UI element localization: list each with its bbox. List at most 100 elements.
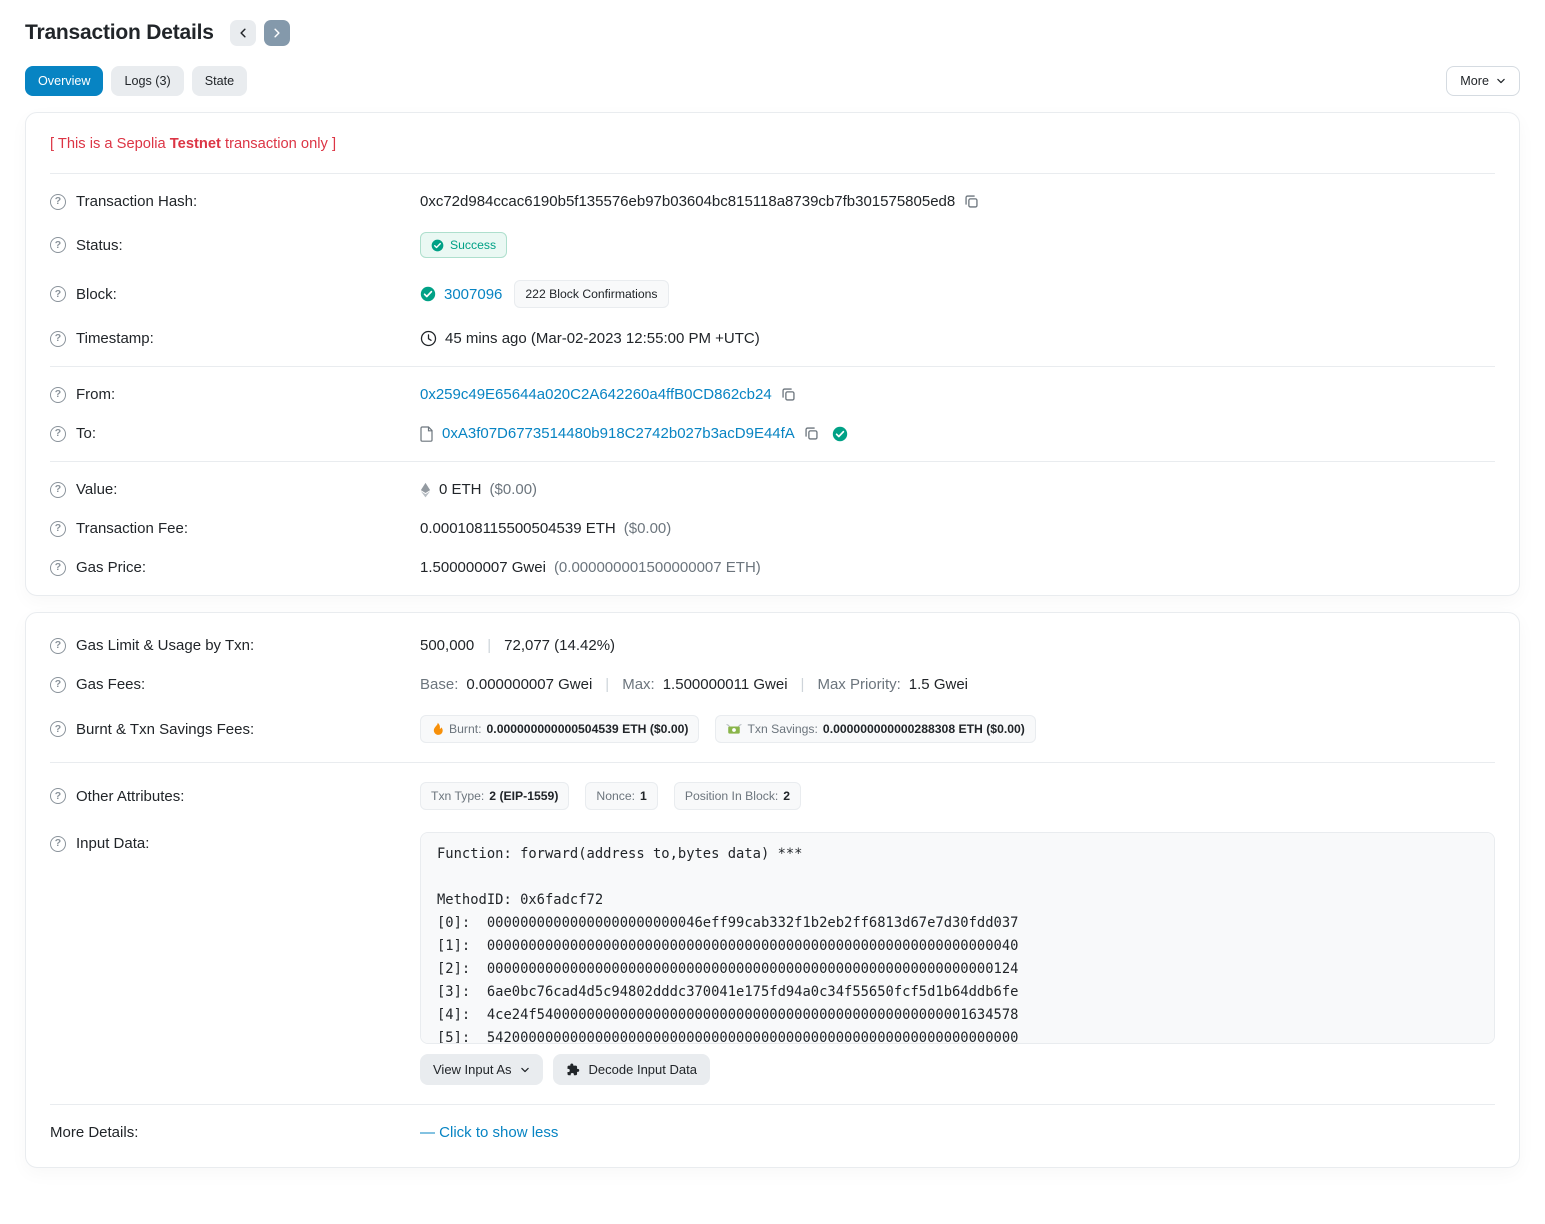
help-icon[interactable] [50,836,66,852]
view-input-as-button[interactable]: View Input As [420,1054,543,1085]
help-icon[interactable] [50,331,66,347]
gas-price-eth: (0.000000001500000007 ETH) [554,559,761,576]
input-data-box[interactable]: Function: forward(address to,bytes data)… [420,832,1495,1044]
details-card: Gas Limit & Usage by Txn: 500,000 72,077… [25,612,1520,1168]
click-to-show-less-link[interactable]: — Click to show less [420,1124,558,1141]
input-data-label: Input Data: [76,835,149,852]
money-wings-icon [726,723,742,736]
help-icon[interactable] [50,426,66,442]
prev-transaction-button[interactable] [230,20,256,46]
help-icon[interactable] [50,521,66,537]
row-label: More Details: [50,1124,420,1141]
help-icon[interactable] [50,788,66,804]
help-icon[interactable] [50,560,66,576]
row-value: Base: 0.000000007 Gwei Max: 1.500000011 … [420,676,1495,693]
separator [605,676,609,693]
burnt-savings-label: Burnt & Txn Savings Fees: [76,721,254,738]
copy-to-button[interactable] [803,425,820,442]
nonce-badge: Nonce: 1 [585,782,657,810]
gas-usage-value: 72,077 (14.42%) [504,637,615,654]
row-value: 0xA3f07D6773514480b918C2742b027b3acD9E44… [420,425,1495,442]
help-icon[interactable] [50,237,66,253]
input-data-actions: View Input As Decode Input Data [420,1054,1495,1085]
row-value: 1.500000007 Gwei (0.000000001500000007 E… [420,559,1495,576]
row-label: Gas Price: [50,559,420,576]
more-dropdown-button[interactable]: More [1446,66,1520,96]
gas-price-amount: 1.500000007 Gwei [420,559,546,576]
burnt-label: Burnt: [449,722,482,736]
gas-fees-label: Gas Fees: [76,676,145,693]
row-value: 0x259c49E65644a020C2A642260a4ffB0CD862cb… [420,386,1495,403]
page-title: Transaction Details [25,21,214,45]
row-label: To: [50,425,420,442]
help-icon[interactable] [50,677,66,693]
base-fee-label: Base: [420,676,458,693]
row-value: 45 mins ago (Mar-02-2023 12:55:00 PM +UT… [420,330,1495,347]
row-label: Input Data: [50,832,420,852]
divider [50,1104,1495,1105]
notice-post: transaction only ] [225,136,336,152]
from-label: From: [76,386,115,403]
tab-state[interactable]: State [192,66,247,96]
chevron-down-icon [520,1065,530,1075]
row-gas-limit: Gas Limit & Usage by Txn: 500,000 72,077… [50,621,1495,665]
position-value: 2 [783,789,790,803]
value-amount: 0 ETH [439,481,482,498]
row-value: — Click to show less [420,1124,1495,1141]
help-icon[interactable] [50,638,66,654]
decode-input-data-button[interactable]: Decode Input Data [553,1054,710,1085]
row-gas-price: Gas Price: 1.500000007 Gwei (0.000000001… [50,548,1495,587]
copy-from-button[interactable] [780,386,797,403]
help-icon[interactable] [50,286,66,302]
transaction-hash-value: 0xc72d984ccac6190b5f135576eb97b03604bc81… [420,193,955,210]
from-address-link[interactable]: 0x259c49E65644a020C2A642260a4ffB0CD862cb… [420,386,772,403]
row-label: Value: [50,481,420,498]
row-label: Timestamp: [50,330,420,347]
more-details-label: More Details: [50,1124,138,1141]
nonce-value: 1 [640,789,647,803]
block-number-link[interactable]: 3007096 [444,286,502,303]
chevron-right-icon [271,27,283,39]
row-more-details: More Details: — Click to show less [50,1113,1495,1159]
position-in-block-badge: Position In Block: 2 [674,782,801,810]
more-label: More [1460,74,1489,88]
tab-overview[interactable]: Overview [25,66,103,96]
row-burnt-savings: Burnt & Txn Savings Fees: Burnt: 0.00000… [50,704,1495,754]
next-transaction-button[interactable] [264,20,290,46]
divider [50,762,1495,763]
txn-type-label: Txn Type: [431,789,484,803]
row-block: Block: 3007096 222 Block Confirmations [50,269,1495,319]
copy-hash-button[interactable] [963,193,980,210]
tabs-row: Overview Logs (3) State More [25,66,1520,96]
copy-icon [804,426,819,441]
gas-limit-value: 500,000 [420,637,474,654]
copy-icon [964,194,979,209]
to-label: To: [76,425,96,442]
help-icon[interactable] [50,721,66,737]
row-label: Status: [50,237,420,254]
decode-input-data-label: Decode Input Data [589,1062,697,1077]
row-value: 0.000108115500504539 ETH ($0.00) [420,520,1495,537]
row-label: Transaction Hash: [50,193,420,210]
transaction-details-page: Transaction Details Overview Logs (3) St… [0,0,1545,1224]
gas-price-label: Gas Price: [76,559,146,576]
row-label: Transaction Fee: [50,520,420,537]
chevron-down-icon [1496,76,1506,86]
to-address-link[interactable]: 0xA3f07D6773514480b918C2742b027b3acD9E44… [442,425,795,442]
row-status: Status: Success [50,221,1495,269]
help-icon[interactable] [50,482,66,498]
row-gas-fees: Gas Fees: Base: 0.000000007 Gwei Max: 1.… [50,665,1495,704]
row-transaction-fee: Transaction Fee: 0.000108115500504539 ET… [50,509,1495,548]
block-label: Block: [76,286,117,303]
row-label: Block: [50,286,420,303]
block-confirmations-badge: 222 Block Confirmations [514,280,668,308]
row-value: 3007096 222 Block Confirmations [420,280,1495,308]
help-icon[interactable] [50,194,66,210]
chevron-left-icon [237,27,249,39]
row-value: Txn Type: 2 (EIP-1559) Nonce: 1 Position… [420,782,1495,810]
row-timestamp: Timestamp: 45 mins ago (Mar-02-2023 12:5… [50,319,1495,358]
tab-logs[interactable]: Logs (3) [111,66,183,96]
help-icon[interactable] [50,387,66,403]
clock-icon [420,330,437,347]
status-badge-text: Success [450,238,496,252]
